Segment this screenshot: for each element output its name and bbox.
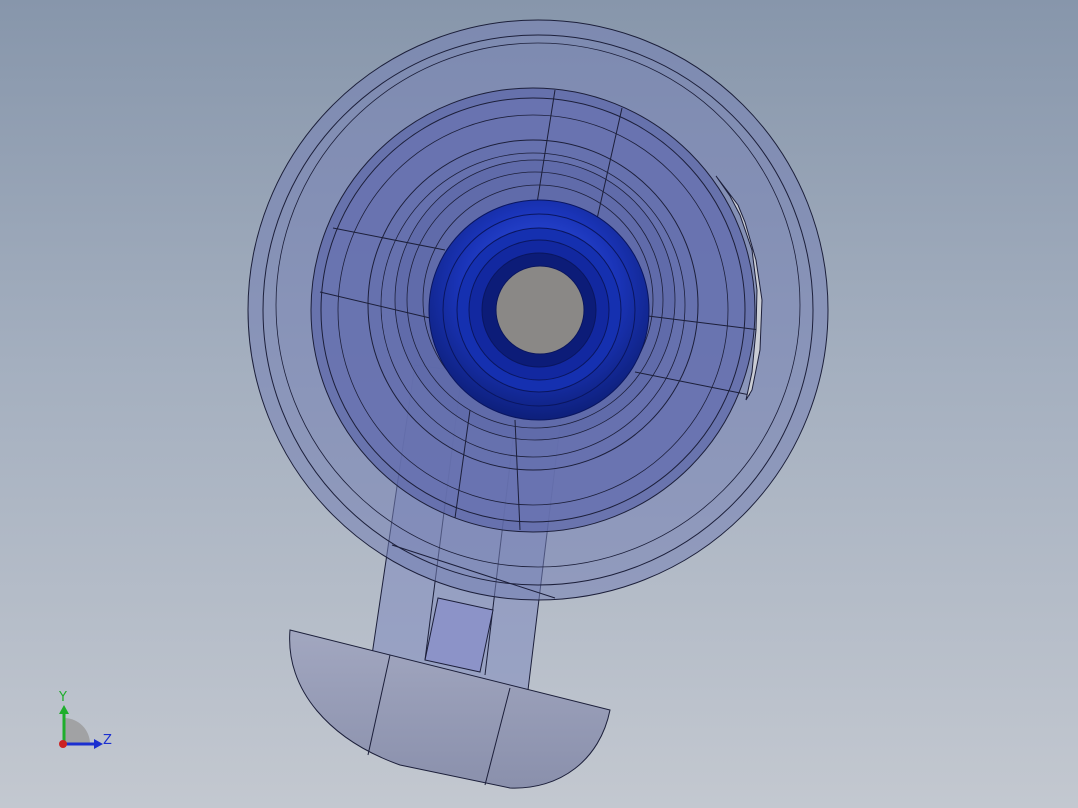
coordinate-triad[interactable]: Y Z xyxy=(58,690,112,749)
x-axis-dot xyxy=(59,740,67,748)
graphics-viewport[interactable]: Y Z xyxy=(0,0,1078,808)
center-hole xyxy=(495,265,585,355)
z-axis-head xyxy=(94,739,103,749)
z-axis-label: Z xyxy=(103,733,112,748)
triad-quadrant xyxy=(64,718,90,744)
stem-slot xyxy=(424,597,494,673)
model-view[interactable]: Y Z xyxy=(0,0,1078,808)
y-axis-head xyxy=(59,705,69,714)
y-axis-label: Y xyxy=(58,690,67,705)
